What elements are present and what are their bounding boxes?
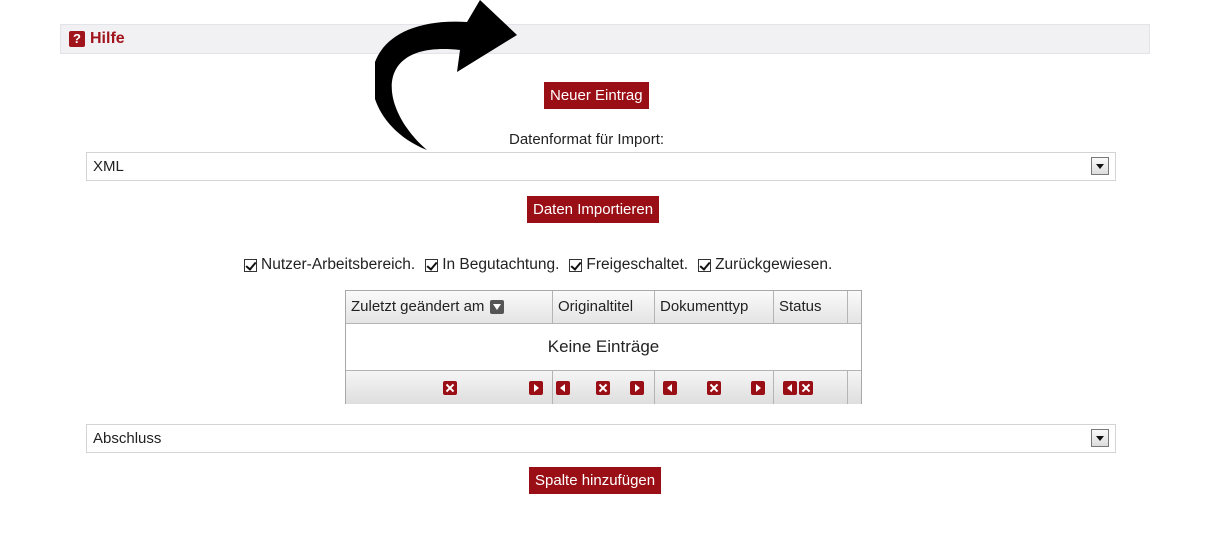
filter-label: In Begutachtung. (442, 256, 560, 273)
chevron-down-icon[interactable] (1091, 157, 1109, 175)
filter-published[interactable]: Freigeschaltet. (569, 256, 688, 274)
table-header: Zuletzt geändert am Originaltitel Dokume… (346, 291, 861, 324)
status-filters: Nutzer-Arbeitsbereich. In Begutachtung. … (244, 256, 842, 274)
checkbox[interactable] (425, 258, 439, 272)
import-format-value: XML (93, 158, 124, 175)
import-format-label: Datenformat für Import: (509, 131, 665, 148)
clear-icon[interactable] (596, 381, 610, 395)
filter-cell-document-type (655, 371, 774, 404)
import-format-select[interactable]: XML (86, 152, 1116, 181)
add-column-button[interactable]: Spalte hinzufügen (529, 467, 662, 494)
help-label: Hilfe (90, 30, 125, 47)
filter-in-review[interactable]: In Begutachtung. (425, 256, 559, 274)
filter-label: Freigeschaltet. (586, 256, 689, 273)
filter-rejected[interactable]: Zurückgewiesen. (698, 256, 832, 274)
entries-table: Zuletzt geändert am Originaltitel Dokume… (345, 290, 862, 404)
filter-cell-original-title (553, 371, 655, 404)
arrow-left-icon[interactable] (663, 381, 677, 395)
clear-icon[interactable] (443, 381, 457, 395)
arrow-left-icon[interactable] (556, 381, 570, 395)
column-label: Zuletzt geändert am (351, 298, 485, 315)
checkbox[interactable] (244, 258, 257, 272)
column-label: Status (779, 298, 822, 315)
help-bar: ? Hilfe (60, 24, 1150, 54)
column-label: Dokumenttyp (660, 298, 749, 315)
chevron-down-icon[interactable] (1091, 429, 1109, 447)
sort-down-icon[interactable] (490, 300, 505, 315)
filter-cell-last-modified (346, 371, 553, 404)
column-label: Originaltitel (558, 298, 634, 315)
empty-message: Keine Einträge (547, 337, 660, 356)
column-status[interactable]: Status (774, 291, 848, 323)
column-last-modified[interactable]: Zuletzt geändert am (346, 291, 553, 323)
column-document-type[interactable]: Dokumenttyp (655, 291, 774, 323)
filter-label: Zurückgewiesen. (715, 256, 833, 273)
filter-label: Nutzer-Arbeitsbereich. (261, 256, 416, 273)
help-link[interactable]: ? Hilfe (69, 30, 125, 48)
new-entry-button[interactable]: Neuer Eintrag (544, 82, 649, 109)
arrow-right-icon[interactable] (529, 381, 543, 395)
clear-icon[interactable] (799, 381, 813, 395)
checkbox[interactable] (698, 258, 712, 272)
filter-cell-status (774, 371, 848, 404)
clear-icon[interactable] (707, 381, 721, 395)
arrow-right-icon[interactable] (751, 381, 765, 395)
column-select[interactable]: Abschluss (86, 424, 1116, 453)
column-original-title[interactable]: Originaltitel (553, 291, 655, 323)
table-filter-row (346, 370, 861, 404)
question-mark-icon: ? (69, 31, 85, 47)
checkbox[interactable] (569, 258, 583, 272)
column-select-value: Abschluss (93, 430, 162, 447)
import-data-button[interactable]: Daten Importieren (527, 196, 660, 223)
filter-user-workspace[interactable]: Nutzer-Arbeitsbereich. (244, 256, 415, 274)
arrow-left-icon[interactable] (783, 381, 797, 395)
arrow-right-icon[interactable] (630, 381, 644, 395)
